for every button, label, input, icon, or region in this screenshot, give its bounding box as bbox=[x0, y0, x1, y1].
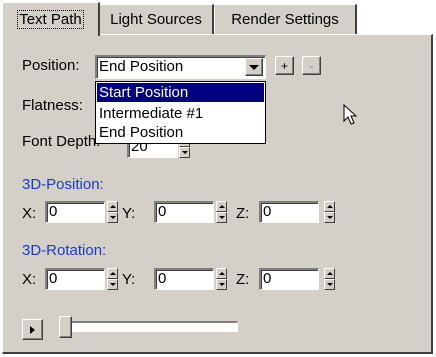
spin-up-icon[interactable] bbox=[216, 268, 227, 279]
position-dropdown-list: Start Position Intermediate #1 End Posit… bbox=[95, 81, 266, 144]
add-position-label: + bbox=[280, 58, 288, 73]
spin-down-icon[interactable] bbox=[216, 279, 227, 290]
rot-x-spinner[interactable] bbox=[107, 268, 118, 290]
spin-down-icon[interactable] bbox=[107, 212, 118, 223]
pos-z-input[interactable]: 0 bbox=[259, 201, 319, 223]
spin-down-icon[interactable] bbox=[324, 212, 335, 223]
rot-z-label: Z: bbox=[236, 271, 250, 288]
rot-x-label: X: bbox=[22, 271, 37, 288]
rot-z-spinner[interactable] bbox=[324, 268, 335, 290]
pos-x-spinner[interactable] bbox=[107, 201, 118, 223]
pos-z-label: Z: bbox=[236, 205, 250, 222]
spin-up-icon[interactable] bbox=[107, 201, 118, 212]
spin-up-icon[interactable] bbox=[324, 201, 335, 212]
position-combobox-value: End Position bbox=[99, 58, 184, 75]
animation-slider-thumb[interactable] bbox=[59, 316, 72, 338]
3d-rotation-heading: 3D-Rotation: bbox=[22, 242, 107, 259]
tab-light-sources-label: Light Sources bbox=[110, 11, 202, 28]
pos-x-value: 0 bbox=[49, 203, 58, 220]
position-label: Position: bbox=[22, 57, 80, 74]
animation-slider-track[interactable] bbox=[62, 321, 238, 332]
add-position-button[interactable]: + bbox=[275, 56, 294, 75]
dropdown-option-intermediate[interactable]: Intermediate #1 bbox=[97, 104, 264, 123]
rot-x-input[interactable]: 0 bbox=[45, 268, 105, 290]
rot-x-value: 0 bbox=[49, 270, 58, 287]
spin-up-icon[interactable] bbox=[324, 268, 335, 279]
pos-x-label: X: bbox=[22, 205, 37, 222]
tab-render-settings-label: Render Settings bbox=[231, 11, 339, 28]
pos-x-input[interactable]: 0 bbox=[45, 201, 105, 223]
mouse-cursor-icon bbox=[343, 104, 358, 125]
pos-z-spinner[interactable] bbox=[324, 201, 335, 223]
rot-y-label: Y: bbox=[122, 271, 136, 288]
pos-y-label: Y: bbox=[122, 205, 136, 222]
pos-y-spinner[interactable] bbox=[216, 201, 227, 223]
tab-light-sources[interactable]: Light Sources bbox=[99, 4, 214, 34]
position-combobox[interactable]: End Position bbox=[95, 55, 266, 79]
spin-down-icon[interactable] bbox=[216, 212, 227, 223]
remove-position-button[interactable]: - bbox=[302, 56, 321, 75]
pos-y-input[interactable]: 0 bbox=[154, 201, 214, 223]
remove-position-label: - bbox=[309, 58, 314, 73]
pos-z-value: 0 bbox=[263, 203, 272, 220]
chevron-down-icon[interactable] bbox=[245, 58, 263, 76]
tab-text-path-label: Text Path bbox=[17, 10, 84, 29]
dropdown-option-end[interactable]: End Position bbox=[97, 123, 264, 142]
tab-render-settings[interactable]: Render Settings bbox=[214, 4, 357, 34]
tab-text-path[interactable]: Text Path bbox=[2, 2, 100, 36]
rot-y-spinner[interactable] bbox=[216, 268, 227, 290]
rot-y-input[interactable]: 0 bbox=[154, 268, 214, 290]
pos-y-value: 0 bbox=[158, 203, 167, 220]
font-depth-label: Font Depth: bbox=[22, 133, 101, 150]
3d-position-heading: 3D-Position: bbox=[22, 176, 104, 193]
spin-up-icon[interactable] bbox=[107, 268, 118, 279]
rot-z-input[interactable]: 0 bbox=[259, 268, 319, 290]
spin-down-icon[interactable] bbox=[107, 279, 118, 290]
spin-up-icon[interactable] bbox=[216, 201, 227, 212]
play-button[interactable] bbox=[22, 319, 43, 340]
rot-y-value: 0 bbox=[158, 270, 167, 287]
rot-z-value: 0 bbox=[263, 270, 272, 287]
flatness-label: Flatness: bbox=[22, 97, 83, 114]
dropdown-option-start[interactable]: Start Position bbox=[97, 83, 264, 102]
spin-down-icon[interactable] bbox=[179, 147, 190, 158]
spin-down-icon[interactable] bbox=[324, 279, 335, 290]
